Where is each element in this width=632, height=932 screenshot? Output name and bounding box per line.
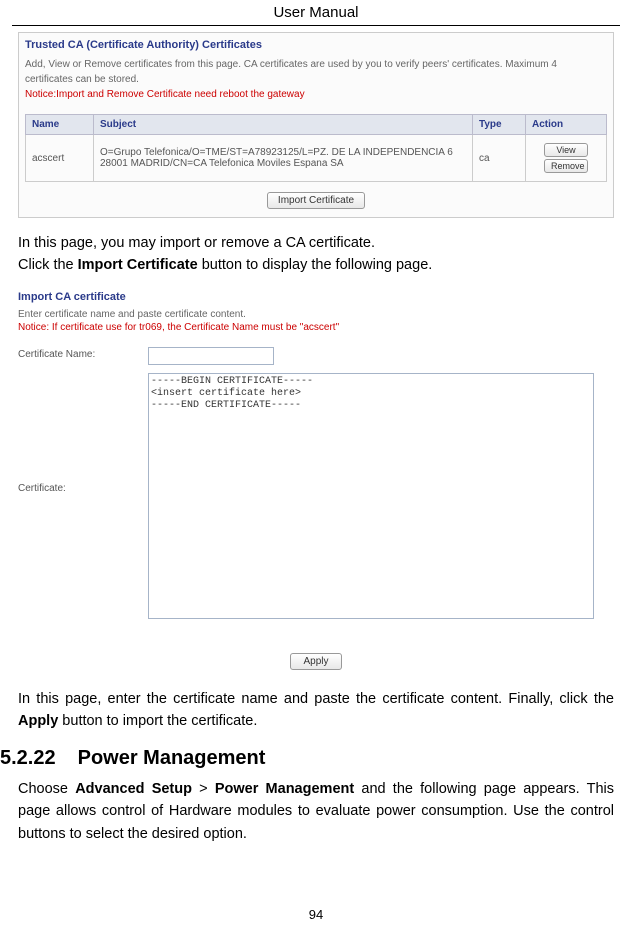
import-ca-desc: Enter certificate name and paste certifi… (18, 309, 614, 320)
cert-name-input[interactable] (148, 347, 274, 365)
section-heading: 5.2.22 Power Management (18, 747, 614, 770)
cert-content-label: Certificate: (18, 373, 148, 494)
cell-type: ca (473, 135, 526, 182)
th-type: Type (473, 115, 526, 135)
text: > (192, 781, 215, 797)
import-ca-title: Import CA certificate (18, 291, 614, 303)
cert-textarea[interactable] (148, 373, 594, 619)
import-certificate-button[interactable]: Import Certificate (267, 192, 365, 209)
trusted-ca-screenshot: Trusted CA (Certificate Authority) Certi… (18, 32, 614, 218)
table-header-row: Name Subject Type Action (26, 115, 607, 135)
bold-text: Import Certificate (78, 257, 198, 273)
bold-text: Advanced Setup (75, 781, 192, 797)
para-apply: In this page, enter the certificate name… (18, 688, 614, 733)
cert-name-label: Certificate Name: (18, 347, 148, 360)
th-subject: Subject (94, 115, 473, 135)
trusted-ca-desc: Add, View or Remove certificates from th… (25, 57, 607, 87)
trusted-ca-notice: Notice:Import and Remove Certificate nee… (25, 89, 607, 100)
section-number: 5.2.22 (0, 747, 56, 770)
table-row: acscert O=Grupo Telefonica/O=TME/ST=A789… (26, 135, 607, 182)
apply-button[interactable]: Apply (290, 653, 341, 670)
text: In this page, enter the certificate name… (18, 691, 614, 707)
section-title: Power Management (78, 747, 266, 770)
th-action: Action (526, 115, 607, 135)
para-import-remove: In this page, you may import or remove a… (18, 232, 614, 277)
cert-table: Name Subject Type Action acscert O=Grupo… (25, 114, 607, 182)
cert-content-row: Certificate: (18, 373, 614, 619)
cell-action: View Remove (526, 135, 607, 182)
import-ca-notice: Notice: If certificate use for tr069, th… (18, 322, 614, 333)
view-button[interactable]: View (544, 143, 588, 157)
cell-name: acscert (26, 135, 94, 182)
text: Choose (18, 781, 75, 797)
page-header: User Manual (12, 0, 620, 26)
cert-name-row: Certificate Name: (18, 347, 614, 365)
bold-text: Apply (18, 713, 58, 729)
import-ca-screenshot: Import CA certificate Enter certificate … (18, 291, 614, 674)
text: Click the (18, 257, 78, 273)
para-power-mgmt: Choose Advanced Setup > Power Management… (18, 778, 614, 845)
th-name: Name (26, 115, 94, 135)
text: button to import the certificate. (58, 713, 257, 729)
trusted-ca-title: Trusted CA (Certificate Authority) Certi… (25, 39, 607, 51)
cell-subject: O=Grupo Telefonica/O=TME/ST=A78923125/L=… (94, 135, 473, 182)
page-number: 94 (0, 907, 632, 922)
bold-text: Power Management (215, 781, 354, 797)
remove-button[interactable]: Remove (544, 159, 588, 173)
text: In this page, you may import or remove a… (18, 235, 375, 251)
text: button to display the following page. (198, 257, 433, 273)
